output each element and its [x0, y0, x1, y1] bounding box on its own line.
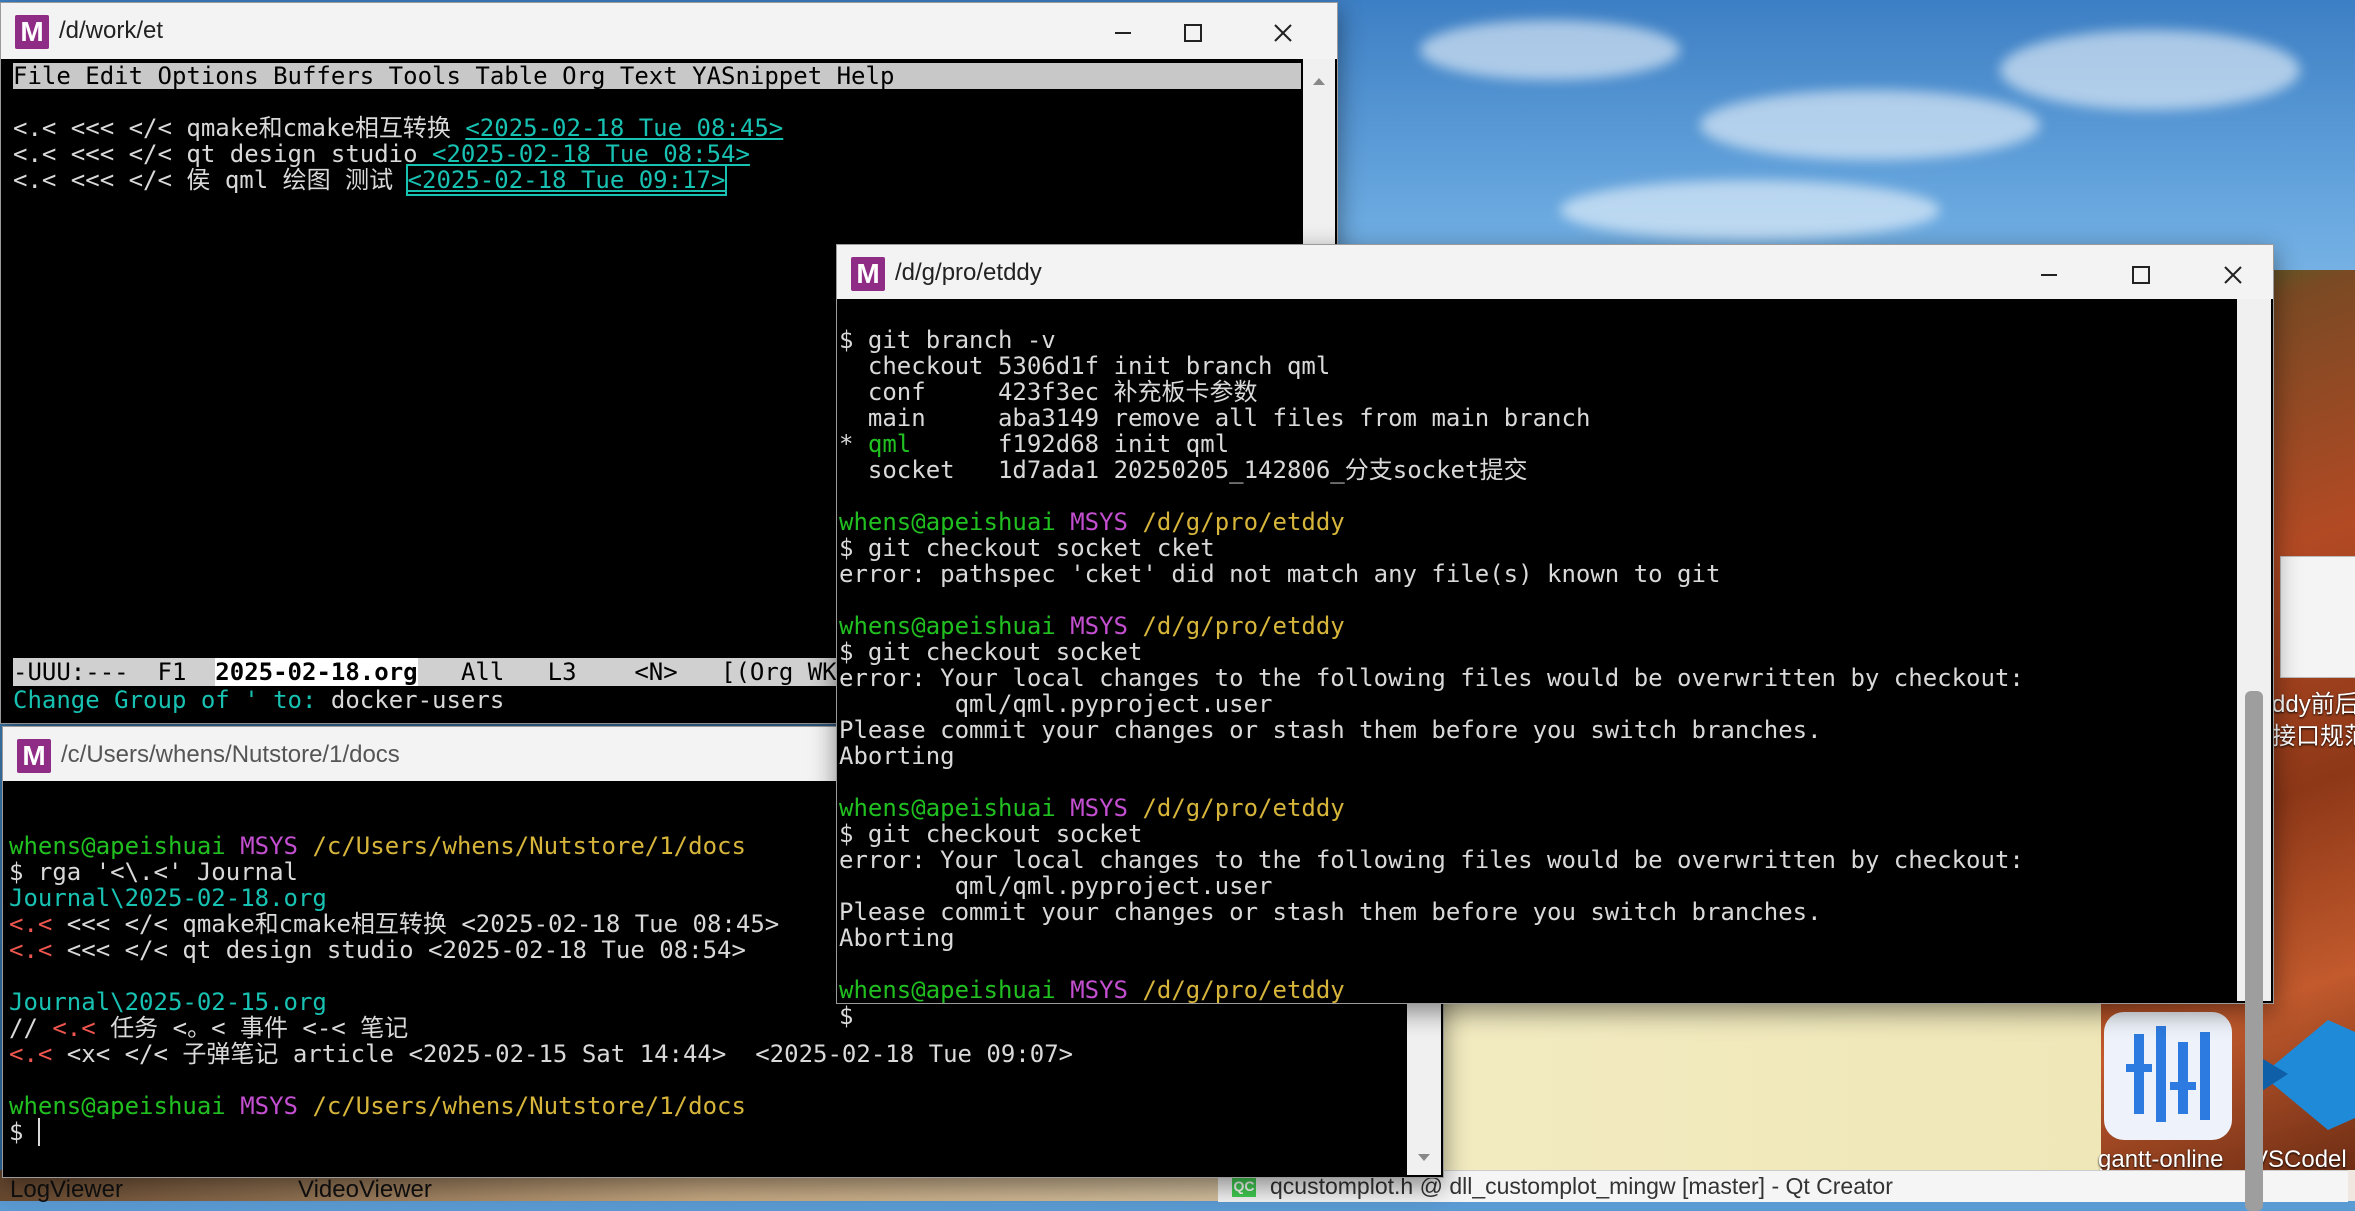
emacs-buffer[interactable]: <.< <<< </< qmake和cmake相互转换 <2025-02-18 …	[13, 89, 783, 245]
desktop-file-label-2: 接口规范	[2272, 723, 2355, 750]
git-terminal-window[interactable]: M /d/g/pro/etddy $ git branch -v checkou…	[836, 244, 2274, 1211]
error-file: qml/qml.pyproject.user	[839, 872, 1273, 900]
wallpaper-cloud	[1700, 90, 2040, 160]
error-line: error: Your local changes to the followi…	[839, 664, 2024, 692]
branch-row-current: * qml f192d68 init qml	[839, 430, 1230, 458]
git-scrollbar[interactable]	[2237, 299, 2271, 1211]
command-line: $ git branch -v	[839, 326, 1056, 354]
msys-app-icon: M	[15, 15, 49, 49]
scroll-up-icon[interactable]	[1303, 69, 1335, 93]
close-button[interactable]	[1253, 11, 1313, 51]
branch-row: checkout 5306d1f init branch qml	[867, 352, 1331, 380]
org-line-text: <.< <<< </< qmake和cmake相互转换	[13, 114, 466, 142]
maximize-icon	[2132, 266, 2150, 285]
input-line[interactable]: $	[839, 1003, 2024, 1029]
command-line: $ git checkout socket cket	[839, 534, 1215, 562]
org-line[interactable]: <.< <<< </< qt design studio <2025-02-18…	[13, 141, 783, 167]
desktop-file-icon[interactable]	[2280, 556, 2355, 678]
hint-line: Please commit your changes or stash them…	[839, 898, 1822, 926]
close-icon	[2224, 266, 2242, 284]
error-file: qml/qml.pyproject.user	[839, 690, 1273, 718]
minimize-button[interactable]	[2019, 253, 2079, 293]
shell-prompt: whens@apeishuai MSYS /d/g/pro/etddy	[839, 612, 1345, 640]
msys-app-icon: M	[851, 257, 885, 291]
wallpaper-cloud	[1420, 20, 1680, 80]
shell-prompt: whens@apeishuai MSYS /d/g/pro/etddy	[839, 794, 1345, 822]
msys-app-icon: M	[17, 739, 51, 773]
org-line-text: <.< <<< </< qt design studio	[13, 140, 433, 168]
minimize-icon	[2041, 274, 2057, 277]
emacs-menubar[interactable]: File Edit Options Buffers Tools Table Or…	[13, 63, 1301, 89]
minimize-button[interactable]	[1093, 11, 1153, 51]
close-button[interactable]	[2203, 253, 2263, 293]
minibuffer-value[interactable]: docker-users	[331, 686, 504, 714]
command-line: $ git checkout socket	[839, 820, 1143, 848]
maximize-button[interactable]	[1163, 11, 1223, 51]
error-line: error: pathspec 'cket' did not match any…	[839, 560, 1721, 588]
emacs-titlebar[interactable]: M /d/work/et	[1, 3, 1337, 59]
branch-row: conf 423f3ec 补充板卡参数	[867, 378, 1258, 406]
wallpaper-cloud	[2000, 30, 2300, 110]
emacs-minibuffer[interactable]: Change Group of ' to: docker-users	[13, 687, 504, 713]
org-line[interactable]: <.< <<< </< qmake和cmake相互转换 <2025-02-18 …	[13, 115, 783, 141]
shell-prompt: whens@apeishuai MSYS /d/g/pro/etddy	[839, 508, 1345, 536]
minimize-icon	[1115, 32, 1131, 35]
window-title: /d/work/et	[59, 17, 164, 44]
git-terminal-output[interactable]: $ git branch -v checkout 5306d1f init br…	[839, 301, 2024, 1081]
vscode-icon	[2248, 1020, 2355, 1130]
modeline-info: All L3 <N> [(Org WK L	[417, 658, 866, 686]
branch-row: socket 1d7ada1 20250205_142806_分支socket提…	[867, 456, 1528, 484]
maximize-icon	[1184, 24, 1202, 43]
scroll-down-icon[interactable]	[1407, 1145, 1441, 1169]
git-titlebar[interactable]: M /d/g/pro/etddy	[837, 245, 2273, 299]
branch-row: main aba3149 remove all files from main …	[867, 404, 1591, 432]
input-line[interactable]: $	[9, 1118, 1073, 1146]
shell-prompt: whens@apeishuai MSYS /d/g/pro/etddy	[839, 976, 1345, 1004]
hint-line: Please commit your changes or stash them…	[839, 716, 1822, 744]
window-title: /c/Users/whens/Nutstore/1/docs	[61, 741, 400, 768]
error-line: error: Your local changes to the followi…	[839, 846, 2024, 874]
scrollbar-thumb[interactable]	[2245, 691, 2263, 1211]
modeline-status: -UUU:--- F1	[13, 658, 216, 686]
window-title: /d/g/pro/etddy	[895, 259, 1042, 286]
org-line[interactable]: <.< <<< </< 侯 qml 绘图 测试 <2025-02-18 Tue …	[13, 164, 783, 196]
abort-line: Aborting	[839, 742, 955, 770]
close-icon	[1274, 24, 1292, 42]
org-timestamp-cursor[interactable]: <2025-02-18 Tue 09:17>	[405, 164, 728, 196]
maximize-button[interactable]	[2111, 253, 2171, 293]
org-line-text: <.< <<< </< 侯 qml 绘图 测试	[13, 166, 408, 194]
gantt-online-app-icon[interactable]	[2104, 1012, 2232, 1140]
abort-line: Aborting	[839, 924, 955, 952]
desktop-file-label-1: ddy前后	[2272, 691, 2355, 718]
qtcreator-icon: QC	[1232, 1175, 1256, 1197]
wallpaper-cloud	[1560, 180, 1940, 240]
minibuffer-prompt: Change Group of ' to:	[13, 686, 331, 714]
vscode-app-icon[interactable]	[2248, 1010, 2355, 1140]
equalizer-icon	[2126, 1026, 2210, 1122]
org-timestamp[interactable]: <2025-02-18 Tue 08:45>	[465, 114, 783, 142]
org-timestamp[interactable]: <2025-02-18 Tue 08:54>	[432, 140, 750, 168]
command-line: $ git checkout socket	[839, 638, 1143, 666]
modeline-buffer-name[interactable]: 2025-02-18.org	[215, 658, 418, 686]
shell-prompt: whens@apeishuai MSYS /c/Users/whens/Nuts…	[9, 1092, 746, 1120]
